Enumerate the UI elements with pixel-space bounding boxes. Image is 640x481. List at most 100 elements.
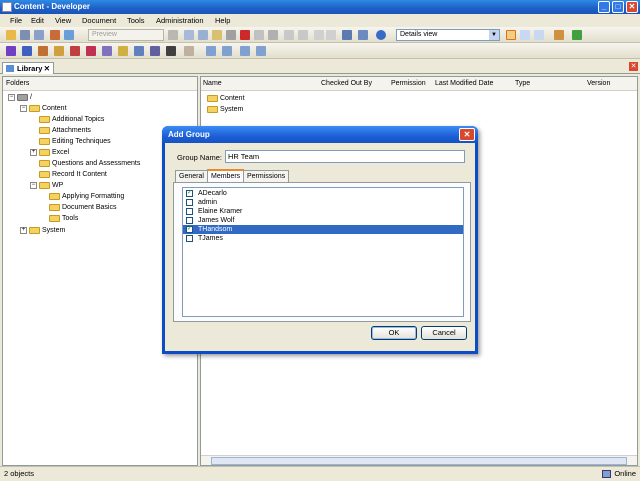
column-permission[interactable]: Permission [391, 80, 426, 87]
tab-library[interactable]: Library ✕ [2, 62, 54, 74]
move-left-icon[interactable] [256, 46, 266, 56]
tree-node-wp[interactable]: WP [39, 180, 63, 191]
member-item[interactable]: admin [183, 198, 463, 207]
zoom-in-icon[interactable] [326, 30, 336, 40]
tree-node-questions[interactable]: Questions and Assessments [39, 158, 140, 169]
menu-administration[interactable]: Administration [156, 16, 204, 25]
column-last-modified[interactable]: Last Modified Date [435, 80, 493, 87]
tab-permissions[interactable]: Permissions [243, 170, 290, 182]
section-icon[interactable] [38, 46, 48, 56]
outline-icon[interactable] [6, 46, 16, 56]
tree-node-record-it[interactable]: Record It Content [39, 169, 107, 180]
assessment-icon[interactable] [102, 46, 112, 56]
list-item[interactable]: Content [207, 93, 245, 104]
member-item[interactable]: James Wolf [183, 216, 463, 225]
tab-general[interactable]: General [175, 170, 208, 182]
undo-icon[interactable] [284, 30, 294, 40]
cancel-button[interactable]: Cancel [421, 326, 467, 340]
tree-node-additional-topics[interactable]: Additional Topics [39, 114, 104, 125]
maximize-button[interactable]: □ [612, 1, 624, 13]
wp-expander[interactable]: − [30, 182, 37, 189]
package-icon[interactable] [118, 46, 128, 56]
member-checkbox[interactable] [186, 199, 193, 206]
help-icon[interactable] [376, 30, 386, 40]
zoom-out-icon[interactable] [314, 30, 324, 40]
ok-button[interactable]: OK [371, 326, 417, 340]
scrollbar-thumb[interactable] [211, 457, 627, 465]
link-icon[interactable] [166, 46, 176, 56]
details-view-icon[interactable] [506, 30, 516, 40]
move-right-icon[interactable] [222, 46, 232, 56]
role-icon[interactable] [150, 46, 160, 56]
minimize-button[interactable]: _ [598, 1, 610, 13]
dialog-close-button[interactable]: ✕ [459, 128, 475, 141]
column-checked-out-by[interactable]: Checked Out By [321, 80, 372, 87]
edit-icon[interactable] [184, 46, 194, 56]
cut-icon[interactable] [184, 30, 194, 40]
member-item-selected[interactable]: ✓ THandsom [183, 225, 463, 234]
publish-icon[interactable] [64, 30, 74, 40]
split-view-icon[interactable] [534, 30, 544, 40]
menu-view[interactable]: View [55, 16, 71, 25]
menu-help[interactable]: Help [215, 16, 230, 25]
web-page-icon[interactable] [70, 46, 80, 56]
menu-edit[interactable]: Edit [31, 16, 44, 25]
copy-icon[interactable] [198, 30, 208, 40]
question-icon[interactable] [86, 46, 96, 56]
member-checkbox[interactable] [186, 235, 193, 242]
tree-node-attachments[interactable]: Attachments [39, 125, 91, 136]
find-icon[interactable] [268, 30, 278, 40]
member-item[interactable]: Elaine Kramer [183, 207, 463, 216]
system-expander[interactable]: + [20, 227, 27, 234]
column-name[interactable]: Name [203, 80, 222, 87]
preview-button[interactable]: Preview [88, 29, 164, 41]
save-all-icon[interactable] [34, 30, 44, 40]
root-expander[interactable]: − [8, 94, 15, 101]
new-icon[interactable] [6, 30, 16, 40]
close-pane-button[interactable]: ✕ [629, 62, 638, 71]
paste-icon[interactable] [212, 30, 222, 40]
redo-icon[interactable] [298, 30, 308, 40]
module-icon[interactable] [22, 46, 32, 56]
tree-node-excel[interactable]: Excel [39, 147, 69, 158]
tree-node-system[interactable]: System [29, 225, 65, 236]
tree-node-tools[interactable]: Tools [49, 213, 78, 224]
member-item[interactable]: TJames [183, 234, 463, 243]
member-checkbox[interactable] [186, 217, 193, 224]
excel-expander[interactable]: + [30, 149, 37, 156]
close-window-button[interactable]: ✕ [626, 1, 638, 13]
move-up-icon[interactable] [206, 46, 216, 56]
tree-node-document-basics[interactable]: Document Basics [49, 202, 116, 213]
member-checkbox[interactable] [186, 208, 193, 215]
options-icon[interactable] [168, 30, 178, 40]
menu-document[interactable]: Document [82, 16, 116, 25]
column-type[interactable]: Type [515, 80, 530, 87]
search-icon[interactable] [342, 30, 352, 40]
glossary-icon[interactable] [134, 46, 144, 56]
refresh-icon[interactable] [572, 30, 582, 40]
properties-icon[interactable] [254, 30, 264, 40]
menu-file[interactable]: File [10, 16, 22, 25]
column-version[interactable]: Version [587, 80, 610, 87]
topic-icon[interactable] [54, 46, 64, 56]
save-icon[interactable] [20, 30, 30, 40]
view-combo[interactable]: Details view ▼ [396, 29, 500, 41]
list-item[interactable]: System [207, 104, 243, 115]
member-item[interactable]: ✓ ADecarlo [183, 189, 463, 198]
close-icon[interactable]: ✕ [44, 63, 50, 74]
content-expander[interactable]: − [20, 105, 27, 112]
paste-special-icon[interactable] [226, 30, 236, 40]
window-icon[interactable] [554, 30, 564, 40]
group-name-input[interactable] [225, 150, 465, 163]
delete-icon[interactable] [240, 30, 250, 40]
move-down-icon[interactable] [240, 46, 250, 56]
tree-node-editing-techniques[interactable]: Editing Techniques [39, 136, 111, 147]
tab-members[interactable]: Members [207, 169, 245, 182]
print-icon[interactable] [50, 30, 60, 40]
spelling-icon[interactable] [358, 30, 368, 40]
list-view-icon[interactable] [520, 30, 530, 40]
member-checkbox[interactable]: ✓ [186, 190, 193, 197]
member-checkbox[interactable]: ✓ [186, 226, 193, 233]
horizontal-scrollbar[interactable] [201, 455, 637, 465]
menu-tools[interactable]: Tools [127, 16, 145, 25]
